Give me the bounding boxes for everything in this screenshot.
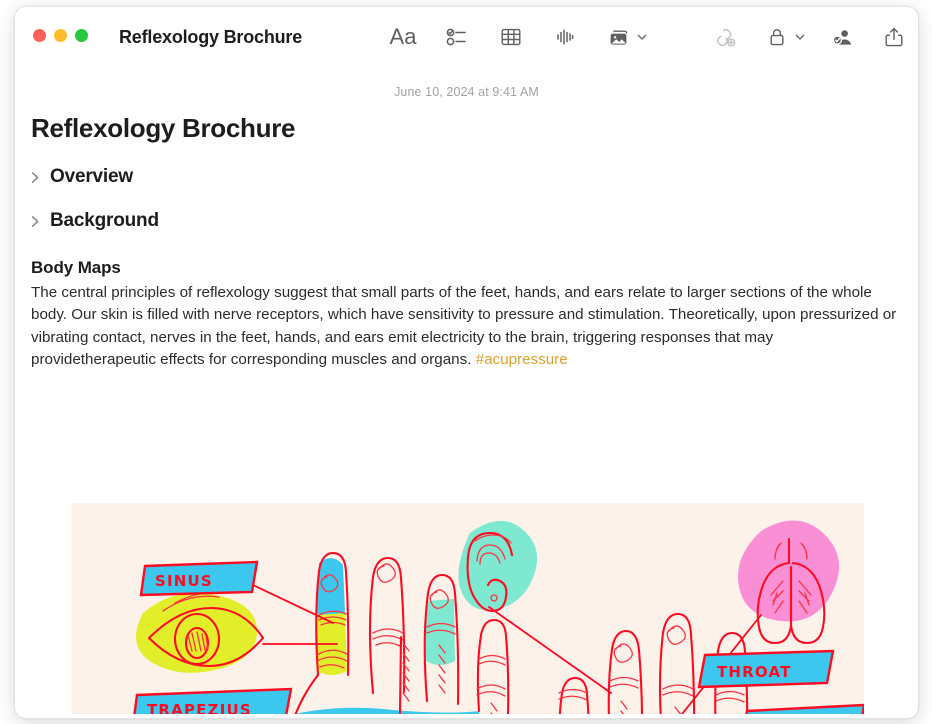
note-content-area[interactable]: June 10, 2024 at 9:41 AM Reflexology Bro… (15, 69, 918, 718)
audio-button[interactable] (549, 21, 581, 53)
link-add-icon (714, 26, 737, 49)
table-button[interactable] (495, 21, 527, 53)
lock-button[interactable] (761, 21, 806, 53)
body-maps-heading: Body Maps (31, 258, 121, 277)
share-icon (883, 26, 905, 48)
media-icon (603, 21, 635, 53)
window-toolbar: Reflexology Brochure Aa (15, 7, 918, 69)
toolbar-right-group (709, 21, 910, 53)
hashtag-link[interactable]: #acupressure (476, 351, 568, 368)
label-text-throat: THROAT (717, 663, 792, 681)
collaborate-button[interactable] (826, 21, 858, 53)
audio-waveform-icon (554, 26, 576, 48)
hand-map-drawing: .ink { fill:none; stroke:#FF0A21; stroke… (71, 503, 864, 718)
window-bottom-edge (15, 714, 918, 718)
label-throat: THROAT (697, 649, 835, 689)
format-icon: Aa (389, 24, 417, 49)
lock-icon (761, 21, 793, 53)
zoom-button[interactable] (75, 29, 88, 42)
section-heading-label: Overview (50, 166, 133, 187)
reflexology-hand-map-image[interactable]: .ink { fill:none; stroke:#FF0A21; stroke… (71, 503, 864, 718)
label-text-sinus: SINUS (155, 572, 213, 590)
paragraph-text: The central principles of reflexology su… (31, 284, 897, 369)
share-button[interactable] (878, 21, 910, 53)
minimize-button[interactable] (54, 29, 67, 42)
person-check-icon (831, 26, 854, 49)
chevron-down-icon[interactable] (636, 31, 648, 43)
traffic-light-buttons (33, 29, 88, 42)
chevron-right-icon[interactable] (27, 213, 43, 229)
table-icon (500, 26, 522, 48)
checklist-icon (446, 26, 468, 48)
chevron-down-icon[interactable] (794, 31, 806, 43)
section-heading-label: Background (50, 210, 159, 231)
checklist-button[interactable] (441, 21, 473, 53)
add-link-button[interactable] (709, 21, 741, 53)
label-sinus: SINUS (139, 560, 259, 597)
format-button[interactable]: Aa (387, 21, 419, 53)
note-timestamp: June 10, 2024 at 9:41 AM (394, 85, 539, 99)
chevron-right-icon[interactable] (27, 169, 43, 185)
media-button[interactable] (603, 21, 648, 53)
note-title: Reflexology Brochure (31, 113, 296, 143)
close-button[interactable] (33, 29, 46, 42)
notes-window: Reflexology Brochure Aa June 10, 2024 at… (14, 6, 919, 719)
body-paragraph: The central principles of reflexology su… (31, 282, 902, 372)
collapsed-section-overview[interactable]: Overview (27, 166, 918, 188)
toolbar-center-group: Aa (387, 21, 648, 53)
collapsed-section-background[interactable]: Background (27, 210, 918, 232)
window-title: Reflexology Brochure (119, 27, 303, 47)
